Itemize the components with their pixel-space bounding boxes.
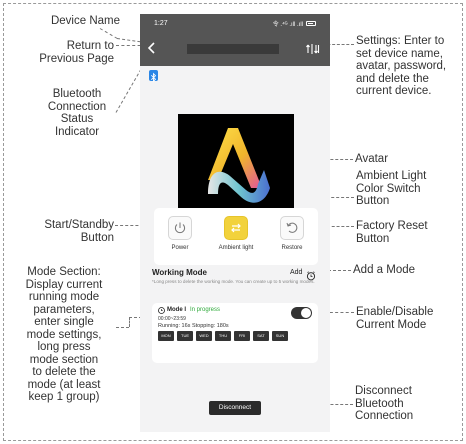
avatar[interactable] [178, 114, 294, 216]
sliders-icon [306, 44, 320, 54]
power-control: Power [160, 216, 200, 251]
swap-arrows-icon [231, 223, 241, 233]
ambient-control: Ambient light [216, 216, 256, 251]
mode-section-leader [116, 327, 129, 328]
mode-name: Mode I [167, 307, 186, 313]
day-chip: SAT [253, 331, 269, 341]
status-time: 1:27 [154, 20, 168, 27]
control-panel: Power Ambient light Restore [154, 208, 318, 265]
device-name [187, 44, 279, 54]
battery-icon [306, 21, 316, 26]
title-bar: 1:27 令 .⁴ᴳ .ıll .ıll [140, 14, 330, 66]
logo-icon [208, 128, 270, 203]
start-annotation: Start/Standby Button [44, 219, 114, 244]
device-name-annotation: Device Name [50, 15, 120, 27]
bluetooth-icon [150, 72, 157, 83]
disconnect-button[interactable]: Disconnect [209, 401, 261, 415]
working-mode-hint: *Long press to delete the working mode. … [152, 279, 315, 284]
clock-icon [158, 307, 165, 314]
mode-section-annotation: Mode Section: Display current running mo… [25, 266, 103, 403]
reset-annotation: Factory Reset Button [356, 220, 428, 245]
settings-button[interactable] [306, 42, 320, 56]
power-label: Power [171, 245, 189, 251]
ambient-label: Ambient light [218, 245, 254, 251]
mode-card[interactable]: Mode I In progress 00:00~23:59 Running: … [152, 303, 318, 363]
avatar-annotation: Avatar [355, 153, 389, 165]
mode-status: In progress [190, 307, 221, 313]
day-chip: SUN [272, 331, 288, 341]
power-button[interactable] [168, 216, 192, 240]
day-chip: WED [196, 331, 212, 341]
restore-label: Restore [281, 245, 303, 251]
working-mode-title: Working Mode [152, 268, 207, 277]
mode-days: MON TUE WED THU FRI SAT SUN [158, 331, 288, 341]
power-icon [174, 222, 186, 234]
add-mode-button[interactable] [306, 268, 316, 281]
status-icons: 令 .⁴ᴳ .ıll .ıll [273, 19, 316, 28]
enable-annotation: Enable/Disable Current Mode [356, 306, 434, 331]
day-chip: MON [158, 331, 174, 341]
mode-enable-toggle[interactable] [291, 307, 312, 319]
signal-icon: 令 .⁴ᴳ .ıll .ıll [272, 22, 303, 28]
settings-annotation: Settings: Enter to set device name, avat… [356, 35, 447, 97]
add-mode-label[interactable]: Add [290, 269, 302, 276]
mode-section-leader [129, 317, 130, 327]
restore-control: Restore [272, 216, 312, 251]
return-annotation: Return to Previous Page [39, 40, 114, 65]
status-bar: 1:27 令 .⁴ᴳ .ıll .ıll [140, 14, 330, 30]
mode-run-info: Running: 16s Stopping: 180s [158, 323, 229, 329]
chevron-left-icon [147, 42, 155, 54]
day-chip: THU [215, 331, 231, 341]
add-mode-annotation: Add a Mode [353, 264, 416, 276]
restore-icon [286, 222, 298, 233]
disconnect-annotation: Disconnect Bluetooth Connection [355, 385, 414, 422]
phone-screen: 1:27 令 .⁴ᴳ .ıll .ıll Power Ambient light… [140, 14, 330, 432]
bluetooth-annotation: Bluetooth Connection Status Indicator [47, 88, 107, 138]
restore-button[interactable] [280, 216, 304, 240]
toggle-knob [301, 308, 311, 318]
bluetooth-indicator [149, 70, 158, 83]
ambient-annotation: Ambient Light Color Switch Button [356, 170, 427, 207]
mode-time-range: 00:00~23:59 [158, 316, 186, 322]
ambient-light-button[interactable] [224, 216, 248, 240]
day-chip: FRI [234, 331, 250, 341]
day-chip: TUE [177, 331, 193, 341]
back-button[interactable] [147, 41, 161, 57]
